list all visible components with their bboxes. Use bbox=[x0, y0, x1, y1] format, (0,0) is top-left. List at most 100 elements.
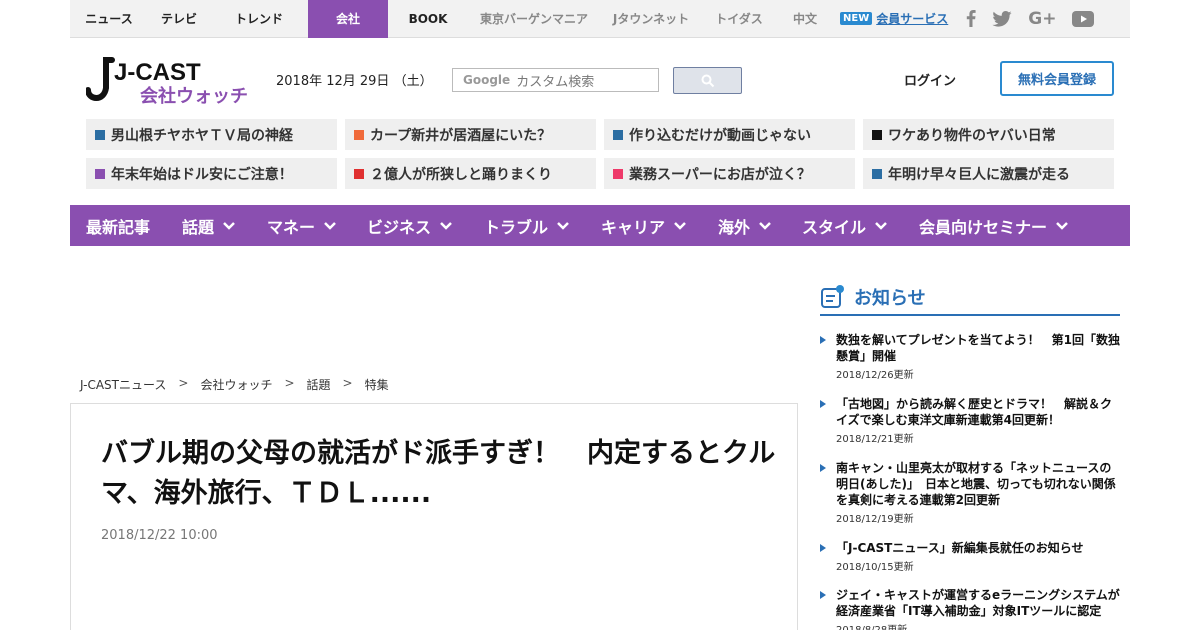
topic-label: 年明け早々巨人に激震が走る bbox=[888, 166, 1070, 183]
topic-marker bbox=[872, 129, 882, 140]
topic-label: ２億人が所狭しと踊りまくり bbox=[370, 166, 552, 183]
topnav-bargain-mania[interactable]: 東京バーゲンマニア bbox=[468, 0, 600, 38]
member-service-link[interactable]: 会員サービス bbox=[876, 10, 948, 27]
topic-item[interactable]: 年明け早々巨人に激震が走る bbox=[863, 158, 1114, 189]
article-title: バブル期の父母の就活がド派手すぎ！ 内定するとクルマ、海外旅行、ＴＤＬ.....… bbox=[101, 438, 776, 509]
topic-item[interactable]: 作り込むだけが動画じゃない bbox=[604, 119, 855, 150]
news-item-text: 南キャン・山里亮太が取材する「ネットニュースの明日(あした)」 日本と地震、切っ… bbox=[836, 461, 1116, 507]
topic-label: 年末年始はドル安にご注意！ bbox=[111, 166, 293, 183]
cat-latest[interactable]: 最新記事 bbox=[86, 205, 150, 246]
bullet-triangle-icon bbox=[820, 544, 826, 552]
chevron-down-icon bbox=[1055, 221, 1069, 231]
logo-main-text: J-CAST bbox=[114, 59, 201, 86]
topic-label: 作り込むだけが動画じゃない bbox=[629, 127, 811, 144]
news-item[interactable]: 「古地図」から読み解く歴史とドラマ！ 解説＆クイズで楽しむ東洋文庫新連載第4回更… bbox=[820, 396, 1120, 445]
news-item-date: 2018/12/19更新 bbox=[836, 514, 914, 525]
news-item-text: 数独を解いてプレゼントを当てよう！ 第1回「数独懸賞」開催 bbox=[836, 333, 1120, 363]
topic-marker bbox=[95, 129, 105, 140]
topnav-tv[interactable]: テレビ bbox=[148, 0, 210, 38]
news-item[interactable]: 数独を解いてプレゼントを当てよう！ 第1回「数独懸賞」開催 2018/12/26… bbox=[820, 332, 1120, 381]
breadcrumb: J-CASTニュース > 会社ウォッチ > 話題 > 特集 bbox=[80, 376, 389, 393]
bullet-triangle-icon bbox=[820, 336, 826, 344]
breadcrumb-item[interactable]: 特集 bbox=[365, 376, 389, 393]
topic-item[interactable]: 業務スーパーにお店が泣く？ bbox=[604, 158, 855, 189]
news-item-text: ジェイ・キャストが運営するeラーニングシステムが経済産業省「IT導入補助金」対象… bbox=[836, 588, 1120, 618]
chevron-down-icon bbox=[222, 221, 236, 231]
topnav-trend[interactable]: トレンド bbox=[210, 0, 308, 38]
cat-career[interactable]: キャリア bbox=[601, 205, 687, 246]
topnav-jtown-net[interactable]: Jタウンネット bbox=[600, 0, 702, 38]
top-navigation: ニュース テレビ トレンド 会社 BOOK 東京バーゲンマニア Jタウンネット … bbox=[70, 0, 1130, 38]
topic-item[interactable]: ２億人が所狭しと踊りまくり bbox=[345, 158, 596, 189]
news-item[interactable]: 「J-CASTニュース」新編集長就任のお知らせ 2018/10/15更新 bbox=[820, 540, 1120, 573]
news-item-date: 2018/8/28更新 bbox=[836, 621, 1120, 630]
article-timestamp: 2018/12/22 10:00 bbox=[101, 528, 218, 543]
topic-item[interactable]: ワケあり物件のヤバい日常 bbox=[863, 119, 1114, 150]
youtube-icon[interactable] bbox=[1072, 10, 1095, 27]
current-date: 2018年 12月 29日 （土） bbox=[276, 74, 433, 89]
news-heading: お知らせ bbox=[820, 280, 1120, 316]
topnav-company[interactable]: 会社 bbox=[308, 0, 388, 38]
topnav-toidas[interactable]: トイダス bbox=[702, 0, 776, 38]
chevron-down-icon bbox=[874, 221, 888, 231]
facebook-icon[interactable] bbox=[966, 10, 976, 27]
breadcrumb-item[interactable]: 会社ウォッチ bbox=[200, 376, 272, 393]
logo-sub-text: 会社ウォッチ bbox=[140, 85, 248, 106]
article-card: バブル期の父母の就活がド派手すぎ！ 内定するとクルマ、海外旅行、ＴＤＬ.....… bbox=[70, 403, 798, 630]
chevron-down-icon bbox=[439, 221, 453, 231]
topic-item[interactable]: カープ新井が居酒屋にいた？ bbox=[345, 119, 596, 150]
news-item[interactable]: 南キャン・山里亮太が取材する「ネットニュースの明日(あした)」 日本と地震、切っ… bbox=[820, 460, 1120, 525]
google-brand: Google bbox=[463, 73, 511, 87]
cat-style[interactable]: スタイル bbox=[802, 205, 888, 246]
member-service-link-wrap: NEW 会員サービス bbox=[840, 10, 948, 27]
breadcrumb-separator: > bbox=[342, 376, 353, 390]
news-item[interactable]: ジェイ・キャストが運営するeラーニングシステムが経済産業省「IT導入補助金」対象… bbox=[820, 587, 1120, 630]
topnav-chinese[interactable]: 中文 bbox=[776, 0, 834, 38]
topic-item[interactable]: 男山根チヤホヤＴＶ局の神経 bbox=[86, 119, 337, 150]
breadcrumb-separator: > bbox=[284, 376, 295, 390]
social-links: G+ bbox=[966, 9, 1095, 29]
notice-icon bbox=[821, 285, 844, 308]
breadcrumb-item[interactable]: 話題 bbox=[307, 376, 331, 393]
news-item-text: 「J-CASTニュース」新編集長就任のお知らせ bbox=[836, 541, 1084, 555]
topic-marker bbox=[95, 168, 105, 179]
topic-label: カープ新井が居酒屋にいた？ bbox=[370, 127, 552, 144]
news-item-text: 「古地図」から読み解く歴史とドラマ！ 解説＆クイズで楽しむ東洋文庫新連載第4回更… bbox=[836, 397, 1113, 427]
bullet-triangle-icon bbox=[820, 464, 826, 472]
topnav-news[interactable]: ニュース bbox=[70, 0, 148, 38]
search-input[interactable]: Google カスタム検索 bbox=[452, 68, 659, 92]
search-icon bbox=[701, 74, 714, 87]
news-item-date: 2018/10/15更新 bbox=[836, 562, 914, 573]
bullet-triangle-icon bbox=[820, 400, 826, 408]
cat-trouble[interactable]: トラブル bbox=[484, 205, 570, 246]
cat-seminar[interactable]: 会員向けセミナー bbox=[919, 205, 1069, 246]
news-item-date: 2018/12/21更新 bbox=[836, 434, 914, 445]
cat-business[interactable]: ビジネス bbox=[367, 205, 453, 246]
breadcrumb-item[interactable]: J-CASTニュース bbox=[80, 376, 166, 393]
register-button[interactable]: 無料会員登録 bbox=[1000, 61, 1114, 96]
chevron-down-icon bbox=[758, 221, 772, 231]
topic-label: ワケあり物件のヤバい日常 bbox=[888, 127, 1056, 144]
chevron-down-icon bbox=[556, 221, 570, 231]
topic-marker bbox=[354, 129, 364, 140]
cat-overseas[interactable]: 海外 bbox=[718, 205, 772, 246]
topic-marker bbox=[872, 168, 882, 179]
google-plus-icon[interactable]: G+ bbox=[1028, 9, 1056, 29]
breadcrumb-separator: > bbox=[178, 376, 189, 390]
topic-item[interactable]: 年末年始はドル安にご注意！ bbox=[86, 158, 337, 189]
topic-marker bbox=[613, 168, 623, 179]
login-link[interactable]: ログイン bbox=[904, 70, 956, 89]
topic-label: 男山根チヤホヤＴＶ局の神経 bbox=[111, 127, 293, 144]
twitter-icon[interactable] bbox=[992, 10, 1012, 27]
topnav-book[interactable]: BOOK bbox=[388, 0, 468, 38]
cat-topic[interactable]: 話題 bbox=[182, 205, 236, 246]
site-logo[interactable]: J-CAST 会社ウォッチ bbox=[85, 54, 256, 107]
search-placeholder: カスタム検索 bbox=[516, 74, 595, 90]
category-navigation: 最新記事 話題 マネー ビジネス トラブル キャリア 海外 スタイル 会員向けセ… bbox=[70, 205, 1130, 246]
search-button[interactable] bbox=[673, 67, 742, 94]
topic-marker bbox=[613, 129, 623, 140]
news-heading-text: お知らせ bbox=[854, 288, 926, 309]
new-badge: NEW bbox=[840, 12, 873, 25]
chevron-down-icon bbox=[673, 221, 687, 231]
cat-money[interactable]: マネー bbox=[267, 205, 337, 246]
